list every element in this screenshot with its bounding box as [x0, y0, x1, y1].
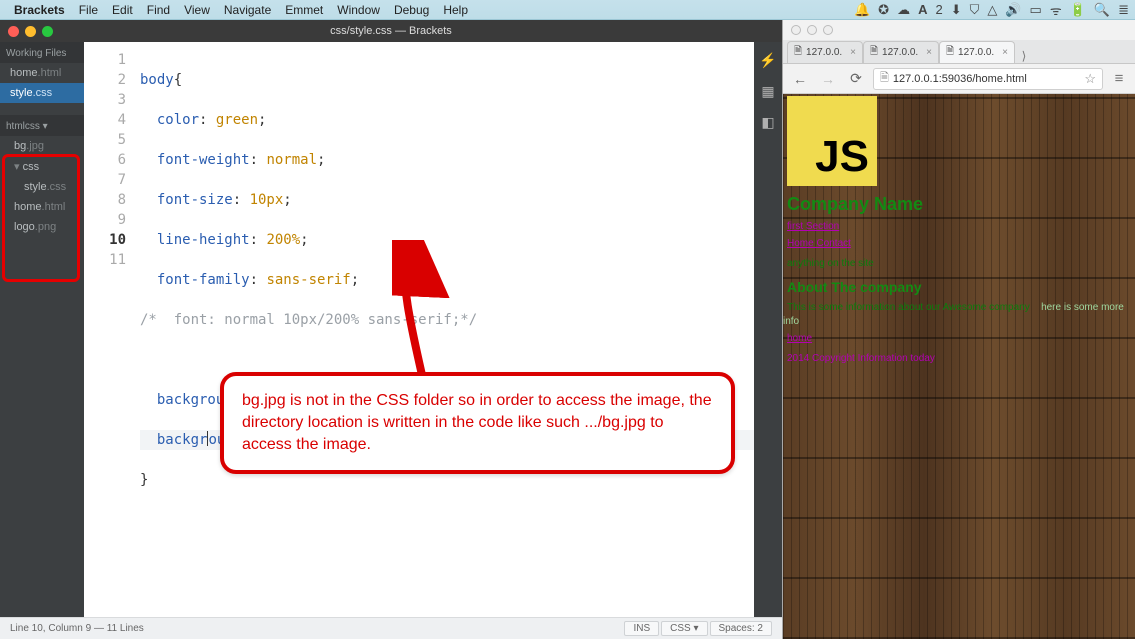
browser-tab-strip: 🗎127.0.0.× 🗎127.0.0.× 🗎127.0.0.× ⟩ — [783, 40, 1135, 64]
code-editor[interactable]: 1234567891011 body{ color: green; font-w… — [84, 42, 754, 617]
browser-tab-3[interactable]: 🗎127.0.0.× — [939, 41, 1015, 63]
browser-zoom-button[interactable] — [823, 25, 833, 35]
menu-find[interactable]: Find — [147, 3, 170, 17]
shield-icon[interactable]: ⛉ — [970, 2, 980, 18]
page-heading: Company Name — [787, 194, 1131, 215]
bell-icon[interactable]: 🔔 — [854, 2, 870, 18]
indent-button[interactable]: Spaces: 2 — [710, 621, 772, 636]
annotation-text: bg.jpg is not in the CSS folder so in or… — [242, 392, 712, 453]
file-home-html[interactable]: home.html — [0, 197, 84, 217]
wifi-icon[interactable]: ᯤ — [1050, 1, 1062, 19]
cc-icon[interactable]: ☁ — [897, 2, 910, 18]
page-text: anything on the site — [787, 258, 874, 269]
new-tab-button[interactable]: ⟩ — [1015, 49, 1033, 63]
plugin-icon[interactable]: ◧ — [761, 114, 774, 131]
notification-center-icon[interactable]: ≣ — [1118, 2, 1129, 18]
menu-help[interactable]: Help — [443, 3, 468, 17]
brackets-titlebar: css/style.css — Brackets — [0, 20, 782, 42]
app-menu[interactable]: Brackets — [14, 3, 65, 17]
close-tab-icon[interactable]: × — [1002, 47, 1008, 58]
zoom-window-button[interactable] — [42, 26, 53, 37]
working-file-style[interactable]: style.css — [0, 83, 84, 103]
menu-navigate[interactable]: Navigate — [224, 3, 271, 17]
display-icon[interactable]: ▭ — [1030, 2, 1042, 18]
working-files-header: Working Files — [0, 42, 84, 63]
page-nav-link[interactable]: first Section — [787, 221, 1131, 232]
close-window-button[interactable] — [8, 26, 19, 37]
line-gutter: 1234567891011 — [84, 42, 140, 617]
back-button[interactable]: ← — [789, 68, 811, 90]
cursor-position: Line 10, Column 9 — 11 Lines — [10, 623, 144, 634]
brackets-right-toolbar: ⚡ ▦ ◧ — [754, 42, 782, 617]
browser-minimize-button[interactable] — [807, 25, 817, 35]
spotlight-icon[interactable]: 🔍 — [1094, 2, 1110, 18]
page-subheading: About The company — [787, 279, 1131, 295]
volume-icon[interactable]: 🔊 — [1005, 2, 1021, 18]
folder-css[interactable]: ▾ css — [0, 156, 84, 177]
brackets-sidebar: Working Files home.html style.css htmlcs… — [0, 42, 84, 617]
insert-mode-button[interactable]: INS — [624, 621, 659, 636]
language-mode-button[interactable]: CSS ▾ — [661, 621, 707, 636]
page-icon: 🗎 — [870, 44, 878, 61]
reload-button[interactable]: ⟳ — [845, 68, 867, 90]
forward-button[interactable]: → — [817, 68, 839, 90]
adobe-icon[interactable]: A — [918, 2, 927, 17]
minimize-window-button[interactable] — [25, 26, 36, 37]
page-text: This is some information about our Aweso… — [787, 302, 1030, 313]
menu-window[interactable]: Window — [337, 3, 380, 17]
file-bg-jpg[interactable]: bg.jpg — [0, 136, 84, 156]
page-icon: 🗎 — [946, 44, 954, 61]
close-tab-icon[interactable]: × — [850, 47, 856, 58]
battery-icon[interactable]: 🔋 — [1070, 2, 1086, 18]
browser-titlebar — [783, 20, 1135, 40]
rendered-page: JS Company Name first Section Home Conta… — [783, 94, 1135, 639]
drive-icon[interactable]: △ — [987, 2, 997, 18]
file-logo-png[interactable]: logo.png — [0, 217, 84, 237]
browser-close-button[interactable] — [791, 25, 801, 35]
window-title: css/style.css — Brackets — [330, 25, 452, 37]
chrome-menu-button[interactable]: ≡ — [1109, 70, 1129, 87]
page-nav-link[interactable]: Home Contact — [787, 238, 1131, 249]
js-logo: JS — [787, 96, 877, 186]
page-link[interactable]: home — [787, 333, 1131, 344]
page-icon: 🗎 — [794, 44, 802, 61]
menu-file[interactable]: File — [79, 3, 98, 17]
menu-edit[interactable]: Edit — [112, 3, 133, 17]
status-bar: Line 10, Column 9 — 11 Lines INS CSS ▾ S… — [0, 617, 782, 639]
page-footer: 2014 Copyright Information today — [787, 353, 935, 364]
menu-status-icons: 🔔 ✪ ☁ A 2 ⬇ ⛉ △ 🔊 ▭ ᯤ 🔋 🔍 ≣ — [854, 1, 1129, 19]
window-controls — [8, 26, 53, 37]
address-bar[interactable]: 🗎 127.0.0.1:59036/home.html ☆ — [873, 68, 1103, 90]
extension-manager-icon[interactable]: ▦ — [761, 83, 774, 100]
menu-emmet[interactable]: Emmet — [285, 3, 323, 17]
chrome-browser-window: 🗎127.0.0.× 🗎127.0.0.× 🗎127.0.0.× ⟩ ← → ⟳… — [783, 20, 1135, 639]
menu-view[interactable]: View — [184, 3, 210, 17]
menu-debug[interactable]: Debug — [394, 3, 429, 17]
file-style-css[interactable]: style.css — [0, 177, 84, 197]
project-header[interactable]: htmlcss ▾ — [0, 115, 84, 136]
site-info-icon[interactable]: 🗎 — [880, 69, 889, 88]
mac-menu-bar: Brackets File Edit Find View Navigate Em… — [0, 0, 1135, 20]
close-tab-icon[interactable]: × — [926, 47, 932, 58]
live-preview-icon[interactable]: ⚡ — [759, 52, 776, 69]
working-file-home[interactable]: home.html — [0, 63, 84, 83]
skype-icon[interactable]: ✪ — [878, 2, 889, 18]
num-icon: 2 — [935, 2, 942, 17]
browser-toolbar: ← → ⟳ 🗎 127.0.0.1:59036/home.html ☆ ≡ — [783, 64, 1135, 94]
browser-tab-1[interactable]: 🗎127.0.0.× — [787, 41, 863, 63]
dropbox-icon[interactable]: ⬇ — [951, 2, 962, 18]
bookmark-star-icon[interactable]: ☆ — [1084, 71, 1096, 87]
browser-tab-2[interactable]: 🗎127.0.0.× — [863, 41, 939, 63]
annotation-callout: bg.jpg is not in the CSS folder so in or… — [220, 372, 735, 474]
brackets-window: css/style.css — Brackets Working Files h… — [0, 20, 783, 639]
url-text: 127.0.0.1:59036/home.html — [893, 73, 1027, 85]
code-area[interactable]: body{ color: green; font-weight: normal;… — [140, 42, 754, 617]
